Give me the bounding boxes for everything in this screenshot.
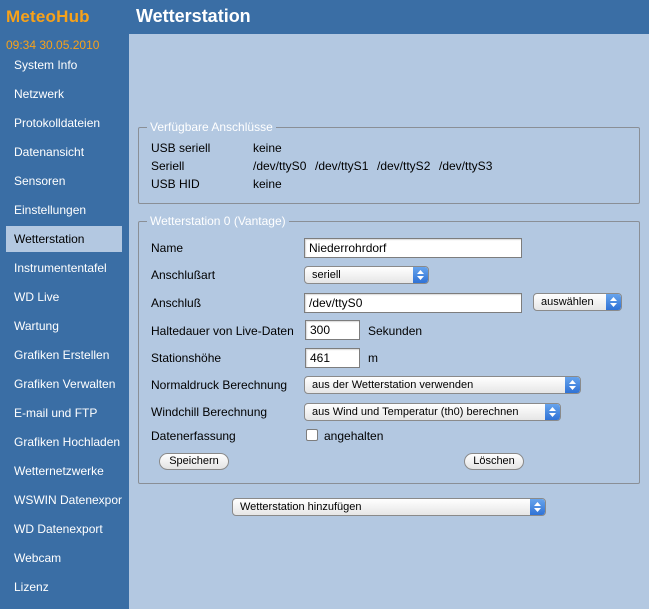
sidebar-item-wartung[interactable]: Wartung xyxy=(6,313,122,339)
sidebar-item-protokolldateien[interactable]: Protokolldateien xyxy=(6,110,122,136)
sidebar-item-lizenz[interactable]: Lizenz xyxy=(6,574,122,600)
usb-serial-label: USB seriell xyxy=(151,141,211,155)
sidebar-item-wetterstation[interactable]: Wetterstation xyxy=(6,226,122,252)
live-hold-unit: Sekunden xyxy=(368,324,423,338)
add-station-label: Wetterstation hinzufügen xyxy=(240,501,362,513)
select-arrows-icon xyxy=(530,499,545,515)
usb-hid-value: keine xyxy=(253,177,282,191)
sidebar-item-grafiken-verwalten[interactable]: Grafiken Verwalten xyxy=(6,371,122,397)
select-arrows-icon xyxy=(565,377,580,393)
windchill-calc-value: aus Wind und Temperatur (th0) berechnen xyxy=(312,406,519,418)
connection-type-select[interactable]: seriell xyxy=(304,266,429,284)
page-title: Wetterstation xyxy=(136,6,251,26)
sidebar: 09:34 30.05.2010 System Info Netzwerk Pr… xyxy=(0,34,129,609)
connection-type-value: seriell xyxy=(312,269,341,281)
sidebar-item-wetternetzwerke[interactable]: Wetternetzwerke xyxy=(6,458,122,484)
sidebar-item-datenansicht[interactable]: Datenansicht xyxy=(6,139,122,165)
top-bar: MeteoHub Wetterstation xyxy=(0,0,649,34)
altitude-input[interactable] xyxy=(305,348,360,368)
sidebar-item-einstellungen[interactable]: Einstellungen xyxy=(6,197,122,223)
altitude-unit: m xyxy=(368,351,378,365)
serial-port-3: /dev/ttyS3 xyxy=(439,159,493,173)
station-legend: Wetterstation 0 (Vantage) xyxy=(150,214,286,228)
name-label: Name xyxy=(151,241,184,255)
connection-type-label: Anschlußart xyxy=(151,268,216,282)
port-label: Anschluß xyxy=(151,296,202,310)
sidebar-item-instrumententafel[interactable]: Instrumententafel xyxy=(6,255,122,281)
windchill-calc-select[interactable]: aus Wind und Temperatur (th0) berechnen xyxy=(304,403,561,421)
capture-paused-checkbox[interactable] xyxy=(306,429,318,441)
pressure-calc-select[interactable]: aus der Wetterstation verwenden xyxy=(304,376,581,394)
capture-label: Datenerfassung xyxy=(151,429,236,443)
select-arrows-icon xyxy=(413,267,428,283)
sidebar-item-system-info[interactable]: System Info xyxy=(6,52,122,78)
choose-port-label: auswählen xyxy=(541,296,594,308)
serial-port-1: /dev/ttyS1 xyxy=(315,159,369,173)
serial-port-2: /dev/ttyS2 xyxy=(377,159,431,173)
port-input[interactable] xyxy=(304,293,522,313)
pressure-calc-label: Normaldruck Berechnung xyxy=(151,378,288,392)
add-station-select[interactable]: Wetterstation hinzufügen xyxy=(232,498,546,516)
sidebar-item-wswin-datenexport[interactable]: WSWIN Datenexport xyxy=(6,487,122,513)
capture-paused-label: angehalten xyxy=(324,429,384,443)
serial-port-0: /dev/ttyS0 xyxy=(253,159,307,173)
sidebar-item-grafiken-erstellen[interactable]: Grafiken Erstellen xyxy=(6,342,122,368)
live-hold-input[interactable] xyxy=(305,320,360,340)
usb-serial-value: keine xyxy=(253,141,282,155)
altitude-label: Stationshöhe xyxy=(151,351,222,365)
sidebar-item-grafiken-hochladen[interactable]: Grafiken Hochladen xyxy=(6,429,122,455)
sidebar-item-email-ftp[interactable]: E-mail und FTP xyxy=(6,400,122,426)
sidebar-item-sensoren[interactable]: Sensoren xyxy=(6,168,122,194)
usb-hid-label: USB HID xyxy=(151,177,200,191)
live-hold-label: Haltedauer von Live-Daten xyxy=(151,324,294,338)
app-logo: MeteoHub xyxy=(6,7,90,26)
available-ports-legend: Verfügbare Anschlüsse xyxy=(150,120,273,134)
select-arrows-icon xyxy=(545,404,560,420)
save-button[interactable]: Speichern xyxy=(159,453,229,470)
sidebar-item-wd-datenexport[interactable]: WD Datenexport xyxy=(6,516,122,542)
windchill-calc-label: Windchill Berechnung xyxy=(151,405,268,419)
datetime: 09:34 30.05.2010 xyxy=(6,38,100,52)
sidebar-item-webcam[interactable]: Webcam xyxy=(6,545,122,571)
pressure-calc-value: aus der Wetterstation verwenden xyxy=(312,379,474,391)
serial-label: Seriell xyxy=(151,159,185,173)
choose-port-select[interactable]: auswählen xyxy=(533,293,622,311)
sidebar-item-wd-live[interactable]: WD Live xyxy=(6,284,122,310)
select-arrows-icon xyxy=(606,294,621,310)
sidebar-item-netzwerk[interactable]: Netzwerk xyxy=(6,81,122,107)
delete-button[interactable]: Löschen xyxy=(464,453,524,470)
station-name-input[interactable] xyxy=(304,238,522,258)
